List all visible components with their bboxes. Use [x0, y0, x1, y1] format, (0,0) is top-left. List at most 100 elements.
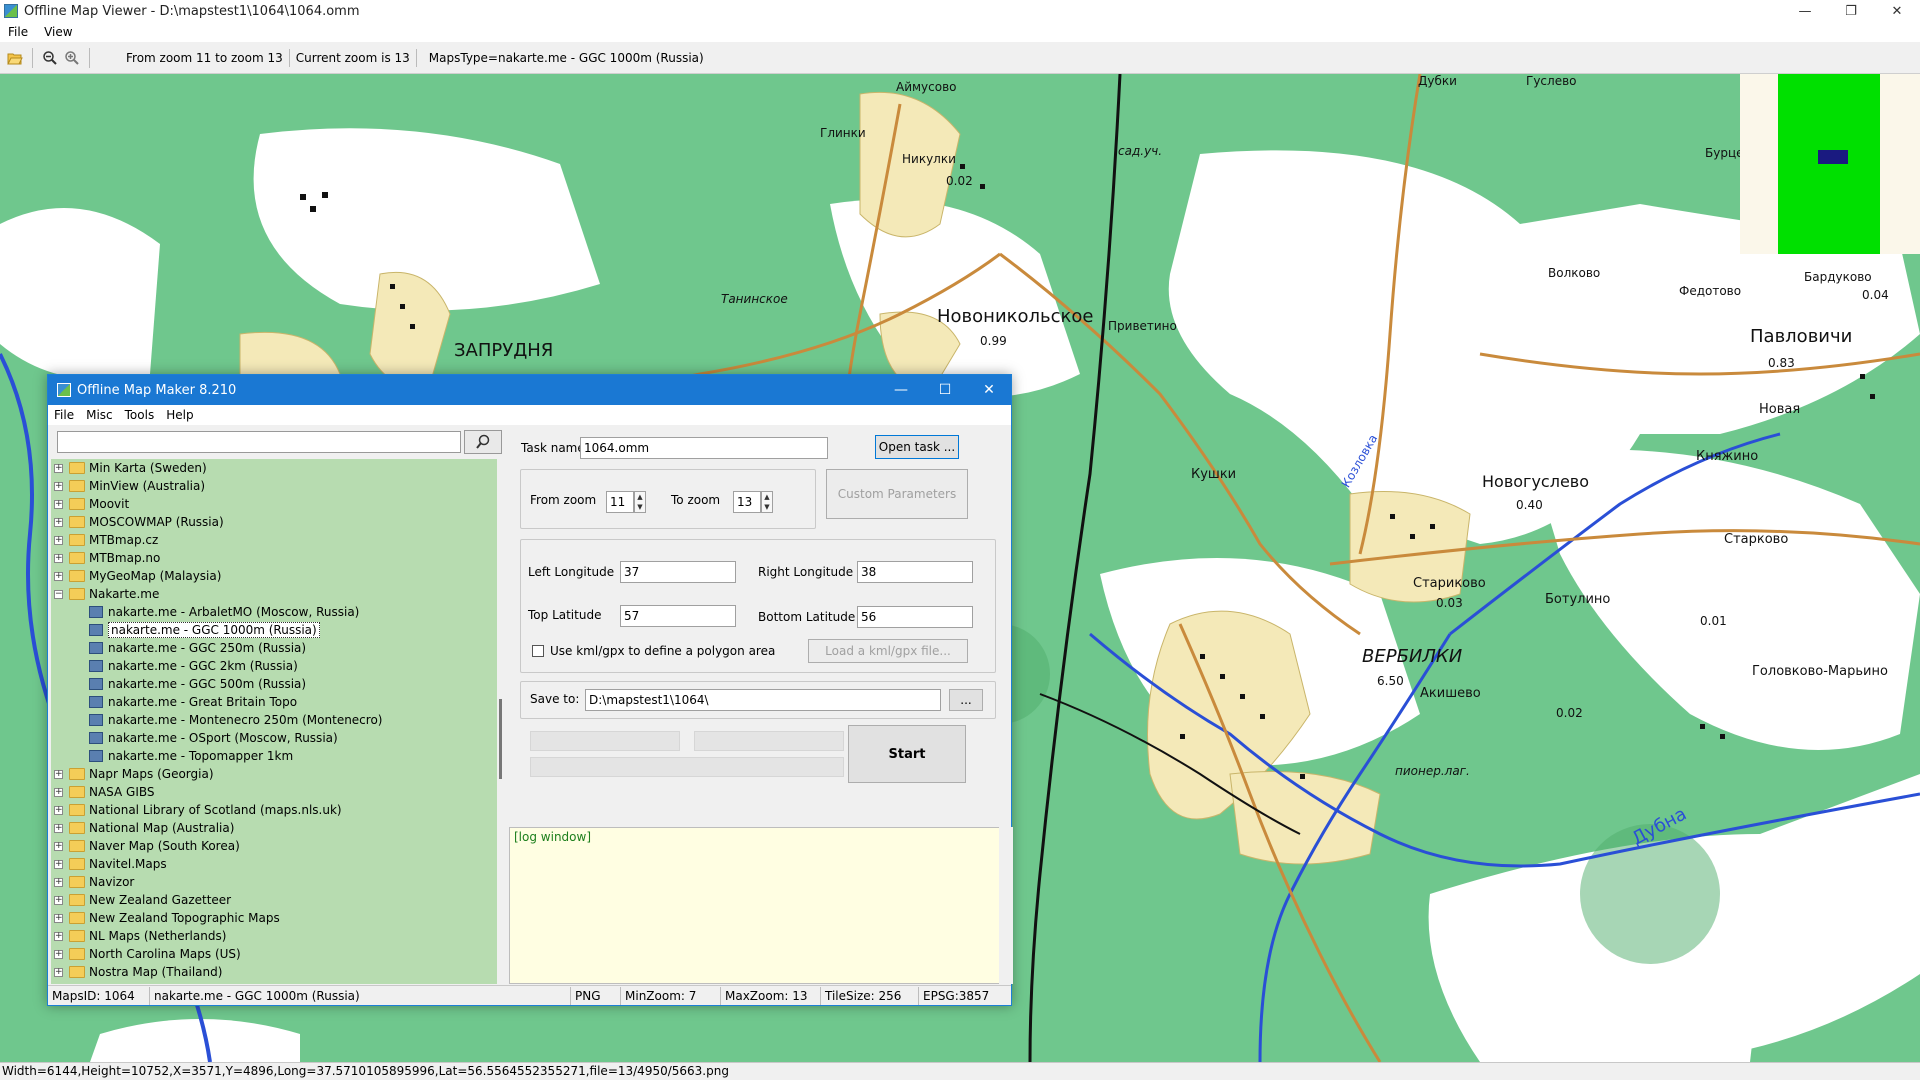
dialog-menu-help[interactable]: Help [160, 408, 199, 422]
tree-folder-item[interactable]: + NL Maps (Netherlands) [51, 927, 226, 945]
tree-item-label: MTBmap.cz [89, 533, 159, 547]
folder-icon [69, 552, 85, 564]
dialog-menu-tools[interactable]: Tools [119, 408, 161, 422]
tree-leaf-item[interactable]: nakarte.me - OSport (Moscow, Russia) [89, 729, 338, 747]
expand-icon[interactable]: + [54, 535, 63, 545]
tree-folder-item[interactable]: + New Zealand Topographic Maps [51, 909, 280, 927]
tree-leaf-item[interactable]: nakarte.me - GGC 2km (Russia) [89, 657, 298, 675]
tree-folder-item[interactable]: + Navizor [51, 873, 134, 891]
map-label: Новая [1759, 402, 1801, 417]
tree-folder-item[interactable]: + MOSCOWMAP (Russia) [51, 513, 224, 531]
browse-button[interactable]: ... [949, 689, 983, 711]
start-button[interactable]: Start [848, 725, 966, 783]
search-icon [476, 434, 490, 449]
log-window[interactable]: [log window] [509, 827, 1005, 984]
map-source-tree[interactable]: + Min Karta (Sweden) + MinView (Australia) +… [51, 459, 497, 984]
bottom-latitude-input[interactable]: 56 [857, 606, 973, 628]
tree-folder-item[interactable]: + Napr Maps (Georgia) [51, 765, 214, 783]
tree-leaf-item[interactable]: nakarte.me - GGC 1000m (Russia) [89, 621, 320, 639]
tree-leaf-item[interactable]: nakarte.me - Topomapper 1km [89, 747, 293, 765]
tree-item-label: Moovit [89, 497, 130, 511]
open-task-button[interactable]: Open task ... [875, 435, 959, 459]
dialog-menu-misc[interactable]: Misc [80, 408, 119, 422]
dialog-menu-file[interactable]: File [48, 408, 80, 422]
tree-folder-item[interactable]: + Moovit [51, 495, 129, 513]
top-latitude-input[interactable]: 57 [620, 605, 736, 627]
tree-folder-item[interactable]: + Nostra Map (Thailand) [51, 963, 222, 981]
expand-icon[interactable]: + [54, 913, 63, 923]
minimize-button[interactable]: — [1782, 0, 1828, 22]
kml-checkbox[interactable] [532, 645, 544, 657]
task-name-input[interactable]: 1064.omm [580, 437, 828, 459]
dialog-status-bar: MapsID: 1064 nakarte.me - GGC 1000m (Rus… [48, 985, 1011, 1005]
expand-icon[interactable]: + [54, 949, 63, 959]
tree-leaf-item[interactable]: nakarte.me - Montenecro 250m (Montenecro… [89, 711, 382, 729]
minimap-overview[interactable] [1740, 74, 1920, 254]
expand-icon[interactable]: + [54, 805, 63, 815]
log-scrollbar[interactable] [999, 827, 1013, 984]
open-folder-icon[interactable] [4, 47, 26, 69]
tree-folder-item[interactable]: + National Library of Scotland (maps.nls.… [51, 801, 342, 819]
expand-icon[interactable]: + [54, 481, 63, 491]
from-zoom-stepper[interactable]: ▲ ▼ [634, 491, 646, 513]
expand-icon[interactable]: + [54, 517, 63, 527]
expand-icon[interactable]: + [54, 769, 63, 779]
search-input[interactable] [57, 431, 461, 453]
tree-scrollbar[interactable] [497, 459, 505, 984]
expand-icon[interactable]: + [54, 841, 63, 851]
tree-folder-item[interactable]: + New Zealand Gazetteer [51, 891, 231, 909]
expand-icon[interactable]: + [54, 931, 63, 941]
menu-view[interactable]: View [36, 25, 80, 39]
maximize-button[interactable]: ❐ [1828, 0, 1874, 22]
expand-icon[interactable]: + [54, 463, 63, 473]
tree-folder-item[interactable]: + North Carolina Maps (US) [51, 945, 241, 963]
custom-parameters-button[interactable]: Custom Parameters [826, 469, 968, 519]
from-zoom-input[interactable]: 11 [606, 491, 634, 513]
tree-folder-item[interactable]: + MyGeoMap (Malaysia) [51, 567, 221, 585]
to-zoom-stepper[interactable]: ▲ ▼ [761, 491, 773, 513]
expand-icon[interactable]: + [54, 877, 63, 887]
tree-folder-item[interactable]: + National Map (Australia) [51, 819, 234, 837]
expand-icon[interactable]: + [54, 823, 63, 833]
dialog-close-button[interactable]: ✕ [967, 375, 1011, 405]
dialog-maximize-button[interactable]: ☐ [923, 375, 967, 405]
to-zoom-input[interactable]: 13 [733, 491, 761, 513]
collapse-icon[interactable]: − [54, 589, 63, 599]
tree-folder-item[interactable]: + Naver Map (South Korea) [51, 837, 240, 855]
tree-folder-item[interactable]: + Navitel.Maps [51, 855, 167, 873]
tree-folder-item[interactable]: − Nakarte.me [51, 585, 159, 603]
tree-folder-item[interactable]: + MinView (Australia) [51, 477, 205, 495]
menu-file[interactable]: File [0, 25, 36, 39]
tree-leaf-item[interactable]: nakarte.me - GGC 500m (Russia) [89, 675, 306, 693]
top-latitude-label: Top Latitude [528, 608, 602, 622]
close-button[interactable]: ✕ [1874, 0, 1920, 22]
dialog-minimize-button[interactable]: — [879, 375, 923, 405]
expand-icon[interactable]: + [54, 787, 63, 797]
expand-icon[interactable]: + [54, 499, 63, 509]
tree-folder-item[interactable]: + MTBmap.no [51, 549, 160, 567]
minimap-viewport-marker[interactable] [1818, 150, 1848, 164]
save-to-input[interactable]: D:\mapstest1\1064\ [585, 689, 941, 711]
tree-folder-item[interactable]: + Min Karta (Sweden) [51, 459, 207, 477]
search-button[interactable] [464, 430, 502, 454]
left-longitude-input[interactable]: 37 [620, 561, 736, 583]
tree-leaf-item[interactable]: nakarte.me - ArbaletMO (Moscow, Russia) [89, 603, 359, 621]
load-kml-button[interactable]: Load a kml/gpx file... [808, 639, 968, 663]
map-label: Акишево [1420, 686, 1481, 701]
tree-folder-item[interactable]: + MTBmap.cz [51, 531, 158, 549]
folder-icon [69, 930, 85, 942]
expand-icon[interactable]: + [54, 571, 63, 581]
tree-folder-item[interactable]: + NASA GIBS [51, 783, 155, 801]
folder-icon [69, 948, 85, 960]
tree-scrollbar-thumb[interactable] [499, 699, 502, 779]
expand-icon[interactable]: + [54, 967, 63, 977]
tree-leaf-item[interactable]: nakarte.me - GGC 250m (Russia) [89, 639, 306, 657]
expand-icon[interactable]: + [54, 553, 63, 563]
zoom-out-icon[interactable] [39, 47, 61, 69]
zoom-in-icon[interactable] [61, 47, 83, 69]
tree-leaf-item[interactable]: nakarte.me - Great Britain Topo [89, 693, 297, 711]
folder-icon [69, 516, 85, 528]
right-longitude-input[interactable]: 38 [857, 561, 973, 583]
expand-icon[interactable]: + [54, 895, 63, 905]
expand-icon[interactable]: + [54, 859, 63, 869]
